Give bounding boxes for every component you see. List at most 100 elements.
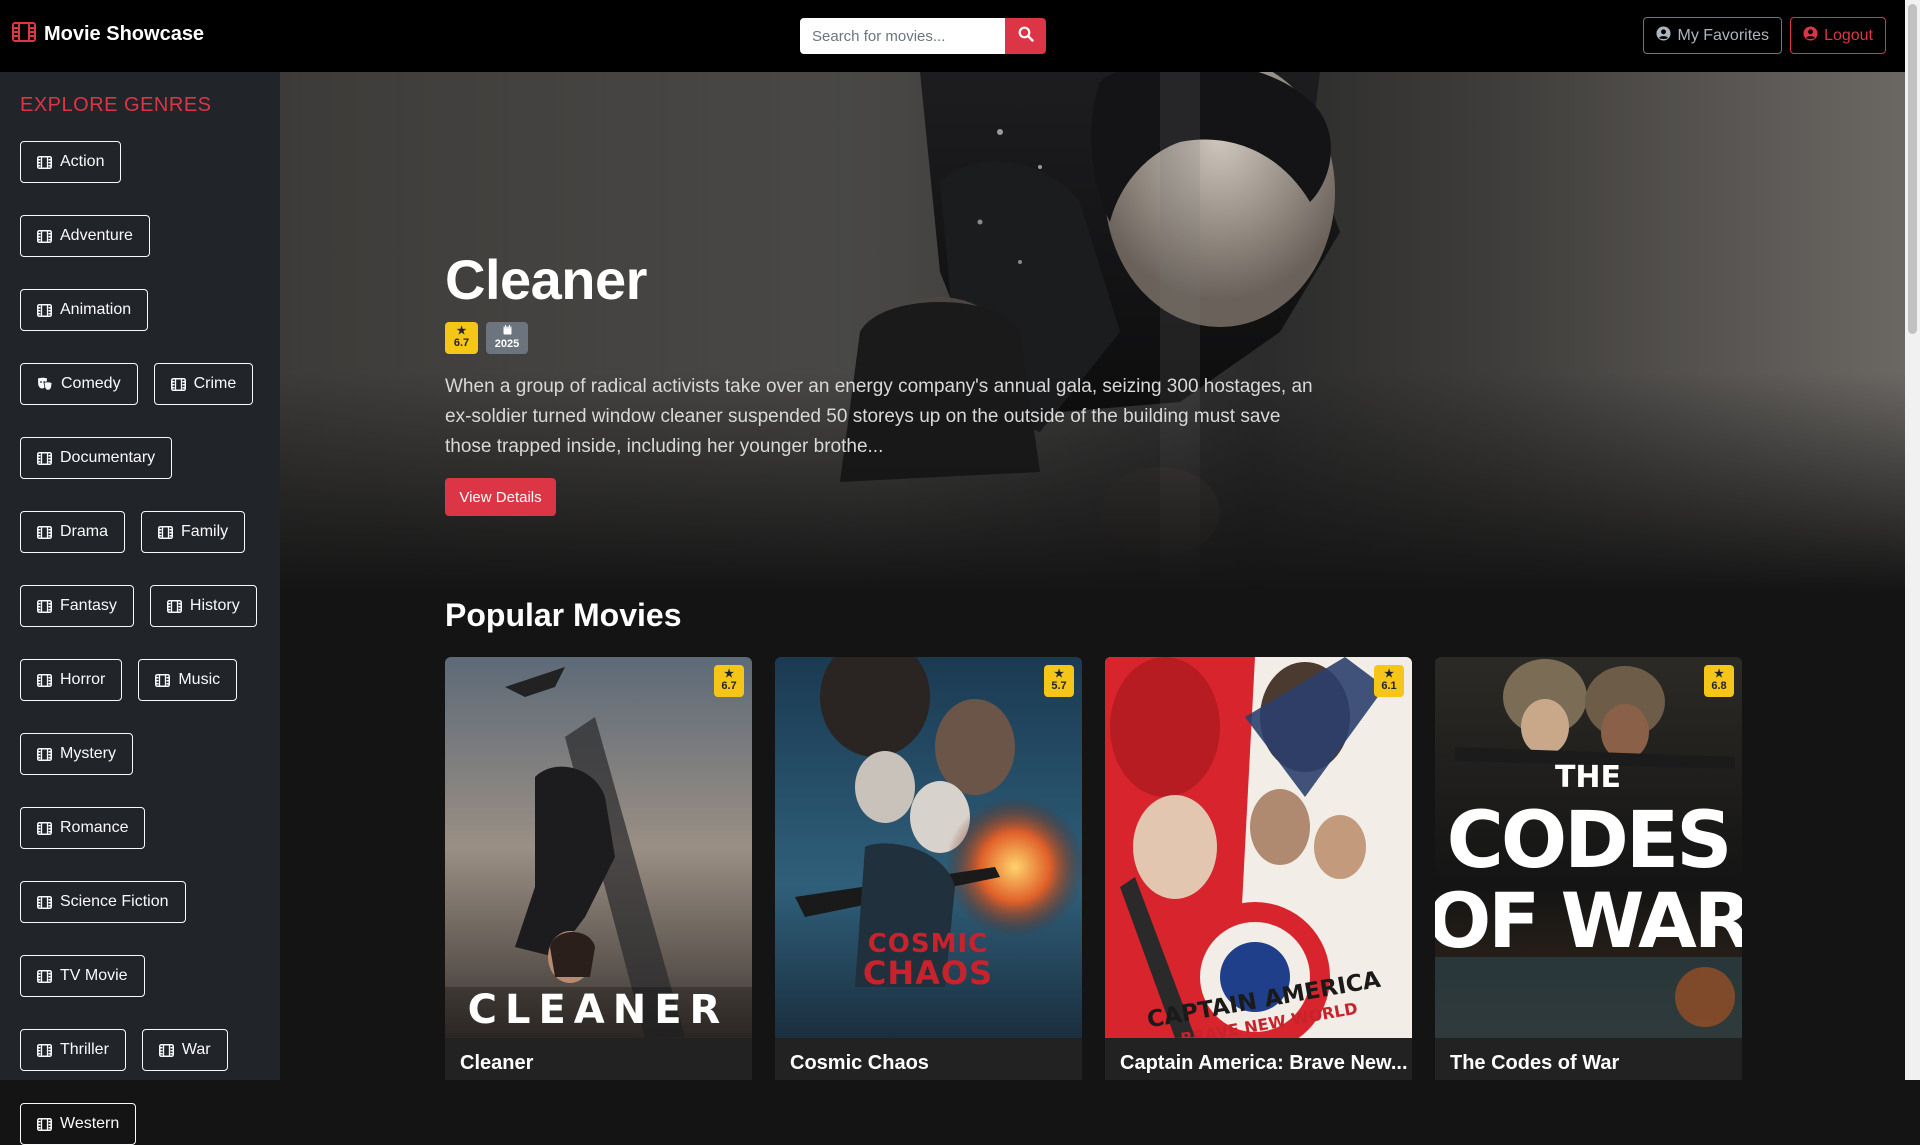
movie-title[interactable]: The Codes of War — [1450, 1052, 1619, 1075]
genre-label: Action — [60, 153, 105, 170]
nav-actions: My Favorites Logout — [1643, 17, 1886, 54]
search-form — [800, 18, 1046, 54]
svg-text:OF WAR: OF WAR — [1435, 876, 1742, 965]
calendar-icon — [503, 325, 512, 339]
genre-button-drama[interactable]: Drama — [20, 511, 126, 553]
genre-label: Romance — [60, 819, 129, 836]
genre-button-adventure[interactable]: Adventure — [20, 215, 150, 257]
main-content: Cleaner ★ 6.7 2025 When a group of radic… — [280, 72, 1905, 1080]
genre-label: TV Movie — [60, 967, 128, 984]
film-icon — [37, 303, 52, 317]
genre-button-comedy[interactable]: Comedy — [20, 363, 138, 405]
genre-button-mystery[interactable]: Mystery — [20, 733, 133, 775]
svg-text:CODES: CODES — [1447, 796, 1730, 886]
film-icon — [37, 599, 52, 613]
genre-button-tv-movie[interactable]: TV Movie — [20, 955, 145, 997]
search-button[interactable] — [1005, 18, 1046, 54]
genre-button-documentary[interactable]: Documentary — [20, 437, 173, 479]
genre-button-fantasy[interactable]: Fantasy — [20, 585, 134, 627]
film-icon — [158, 525, 174, 539]
film-icon — [37, 673, 52, 687]
genre-button-science-fiction[interactable]: Science Fiction — [20, 881, 186, 923]
genre-button-animation[interactable]: Animation — [20, 289, 149, 331]
genre-label: War — [181, 1041, 211, 1058]
movie-card[interactable]: THE CODES OF WAR ★ 6.8 The Codes of War — [1435, 657, 1742, 1080]
brand-name: Movie Showcase — [44, 23, 205, 45]
genre-label: Science Fiction — [60, 893, 169, 910]
film-icon — [37, 1117, 52, 1131]
user-circle-icon — [1803, 25, 1818, 46]
movie-poster[interactable]: CAPTAIN AMERICA BRAVE NEW WORLD ★ 6.1 — [1105, 657, 1412, 1038]
movie-title[interactable]: Cosmic Chaos — [790, 1052, 929, 1075]
film-icon — [37, 895, 52, 909]
card-rating-badge: ★ 6.1 — [1374, 665, 1404, 697]
search-icon — [1018, 26, 1034, 47]
card-rating-badge: ★ 5.7 — [1044, 665, 1074, 697]
movie-card[interactable]: COSMIC CHAOS ★ 5.7 Cosmic Chaos — [775, 657, 1082, 1080]
logout-label: Logout — [1824, 26, 1873, 44]
film-icon — [37, 451, 52, 465]
genre-label: Drama — [60, 523, 109, 540]
theater-masks-icon — [37, 377, 53, 391]
film-icon — [37, 747, 52, 761]
movie-card[interactable]: CAPTAIN AMERICA BRAVE NEW WORLD ★ 6.1 Ca… — [1105, 657, 1412, 1080]
genre-label: Music — [178, 671, 221, 688]
svg-text:CHAOS: CHAOS — [863, 954, 993, 992]
my-favorites-label: My Favorites — [1677, 26, 1770, 44]
genre-button-western[interactable]: Western — [20, 1103, 137, 1145]
genre-button-war[interactable]: War — [141, 1029, 228, 1071]
genre-button-action[interactable]: Action — [20, 141, 122, 183]
year-badge: 2025 — [486, 322, 528, 354]
card-rating-value: 6.1 — [1381, 680, 1397, 692]
logout-button[interactable]: Logout — [1790, 17, 1886, 54]
year-value: 2025 — [494, 338, 520, 350]
view-details-button[interactable]: View Details — [445, 478, 556, 516]
film-icon — [37, 525, 52, 539]
hero-banner: Cleaner ★ 6.7 2025 When a group of radic… — [280, 72, 1905, 592]
genre-label: Mystery — [60, 745, 116, 762]
rating-value: 6.7 — [453, 337, 470, 349]
card-rating-badge: ★ 6.7 — [714, 665, 744, 697]
genre-list: Action Adventure Animation Comedy Crime Docum… — [20, 141, 265, 1145]
film-icon — [37, 969, 52, 983]
genre-button-history[interactable]: History — [149, 585, 257, 627]
film-icon — [37, 1043, 52, 1057]
search-input[interactable] — [800, 18, 1005, 54]
genre-label: Animation — [60, 301, 132, 318]
rating-badge: ★ 6.7 — [445, 322, 478, 354]
my-favorites-button[interactable]: My Favorites — [1643, 17, 1783, 54]
movie-title[interactable]: Captain America: Brave New... — [1120, 1052, 1408, 1075]
genre-label: Family — [181, 523, 229, 540]
hero-title: Cleaner — [445, 248, 647, 311]
genre-label: Comedy — [61, 375, 121, 392]
card-rating-badge: ★ 6.8 — [1704, 665, 1734, 697]
genre-label: Crime — [193, 375, 237, 392]
brand[interactable]: Movie Showcase — [12, 22, 204, 47]
genre-button-thriller[interactable]: Thriller — [20, 1029, 126, 1071]
genre-label: Horror — [60, 671, 106, 688]
top-navbar: Movie Showcase My Favorites Logout — [0, 0, 1905, 72]
movie-poster[interactable]: THE CODES OF WAR ★ 6.8 — [1435, 657, 1742, 1038]
movie-poster[interactable]: CLEANER ★ 6.7 — [445, 657, 752, 1038]
genre-button-romance[interactable]: Romance — [20, 807, 146, 849]
genre-button-family[interactable]: Family — [141, 511, 246, 553]
genre-button-crime[interactable]: Crime — [153, 363, 254, 405]
movie-title[interactable]: Cleaner — [460, 1052, 533, 1075]
card-rating-value: 6.7 — [721, 680, 737, 692]
genre-label: Fantasy — [60, 597, 117, 614]
genre-button-music[interactable]: Music — [138, 659, 238, 701]
card-rating-value: 5.7 — [1051, 680, 1067, 692]
genre-label: History — [189, 597, 240, 614]
genre-label: Adventure — [60, 227, 133, 244]
film-icon — [170, 377, 186, 391]
genre-label: Documentary — [60, 449, 156, 466]
film-icon — [158, 1043, 174, 1057]
hero-badges: ★ 6.7 2025 — [445, 322, 1325, 354]
page-scrollbar[interactable] — [1905, 0, 1920, 1080]
popular-movies-title: Popular Movies — [445, 597, 682, 633]
movie-poster[interactable]: COSMIC CHAOS ★ 5.7 — [775, 657, 1082, 1038]
scrollbar-thumb[interactable] — [1908, 4, 1917, 334]
film-icon — [37, 155, 52, 169]
genre-button-horror[interactable]: Horror — [20, 659, 123, 701]
movie-card[interactable]: CLEANER ★ 6.7 Cleaner — [445, 657, 752, 1080]
